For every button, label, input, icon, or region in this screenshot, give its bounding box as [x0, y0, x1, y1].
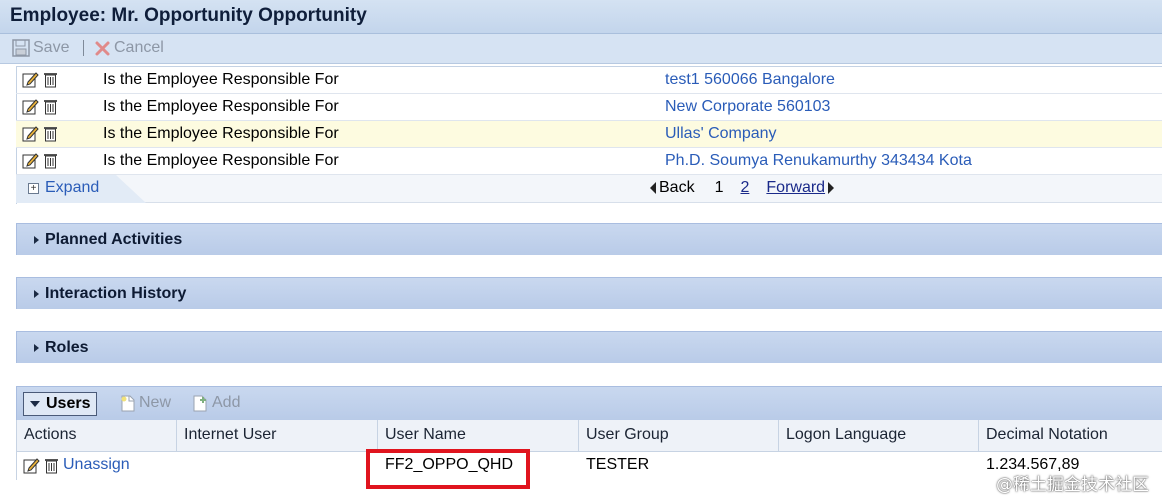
highlight-annotation-box [366, 449, 530, 489]
toolbar: Save Cancel [0, 34, 1162, 64]
page-1: 1 [714, 179, 724, 196]
new-label: New [139, 394, 172, 411]
caret-down-icon [30, 401, 40, 407]
add-document-icon [192, 395, 209, 412]
back-button[interactable]: Back [659, 179, 695, 197]
relationship-type: Is the Employee Responsible For [103, 152, 339, 169]
section-users: Users New Add [16, 386, 1162, 420]
page-2-link[interactable]: 2 [740, 179, 749, 197]
section-roles[interactable]: Roles [16, 331, 1162, 363]
caret-right-icon [34, 236, 39, 244]
edit-icon[interactable] [23, 457, 40, 474]
row-actions: Unassign [23, 456, 130, 474]
window-title-bar: Employee: Mr. Opportunity Opportunity [0, 0, 1162, 34]
table-row: Unassign FF2_OPPO_QHD TESTER 1.234.567,8… [16, 452, 1162, 480]
edit-icon[interactable] [22, 71, 39, 88]
trash-icon[interactable] [43, 71, 58, 88]
save-button[interactable]: Save [12, 38, 69, 58]
column-header-user-group[interactable]: User Group [579, 420, 779, 452]
section-title: Roles [45, 339, 89, 356]
toolbar-divider [83, 40, 84, 56]
edit-icon[interactable] [22, 98, 39, 115]
new-document-icon [120, 395, 136, 412]
section-planned-activities[interactable]: Planned Activities [16, 223, 1162, 255]
cancel-button[interactable]: Cancel [94, 38, 164, 58]
trash-icon[interactable] [43, 125, 58, 142]
relationship-type: Is the Employee Responsible For [103, 125, 339, 142]
user-group-cell: TESTER [586, 456, 650, 473]
expand-button[interactable]: + Expand [28, 179, 99, 197]
users-toggle-button[interactable]: Users [23, 392, 97, 416]
watermark: @稀土掘金技术社区 [996, 475, 1149, 495]
trash-icon[interactable] [43, 152, 58, 169]
caret-right-icon [34, 344, 39, 352]
unassign-link[interactable]: Unassign [63, 456, 130, 474]
close-icon [94, 40, 111, 57]
relationship-type: Is the Employee Responsible For [103, 71, 339, 88]
edit-icon[interactable] [22, 152, 39, 169]
section-interaction-history[interactable]: Interaction History [16, 277, 1162, 309]
caret-right-icon [34, 290, 39, 298]
page-title: Employee: Mr. Opportunity Opportunity [10, 5, 367, 26]
column-header-decimal-notation[interactable]: Decimal Notation [979, 420, 1162, 452]
floppy-disk-icon [12, 39, 30, 57]
cancel-label: Cancel [114, 39, 164, 56]
edit-icon[interactable] [22, 125, 39, 142]
column-header-logon-language[interactable]: Logon Language [779, 420, 979, 452]
save-label: Save [33, 39, 70, 56]
users-table-header: Actions Internet User User Name User Gro… [16, 420, 1162, 452]
add-button[interactable]: Add [192, 394, 240, 412]
account-link[interactable]: Ph.D. Soumya Renukamurthy 343434 Kota [665, 152, 972, 170]
triangle-right-icon [828, 182, 835, 194]
section-title: Planned Activities [45, 231, 183, 248]
add-label: Add [212, 394, 241, 411]
expand-label: Expand [45, 179, 100, 196]
plus-icon: + [28, 182, 39, 194]
table-row: Is the Employee Responsible For New Corp… [16, 94, 1162, 121]
table-footer: + Expand Back 1 2 Forward [16, 175, 1162, 203]
users-title: Users [46, 395, 91, 412]
table-row: Is the Employee Responsible For test1 56… [16, 67, 1162, 94]
column-header-internet-user[interactable]: Internet User [177, 420, 378, 452]
trash-icon[interactable] [43, 98, 58, 115]
account-link[interactable]: New Corporate 560103 [665, 98, 830, 116]
forward-button[interactable]: Forward [766, 179, 825, 197]
column-header-user-name[interactable]: User Name [378, 420, 579, 452]
table-row: Is the Employee Responsible For Ullas' C… [16, 121, 1162, 148]
section-title: Interaction History [45, 285, 187, 302]
account-link[interactable]: Ullas' Company [665, 125, 777, 143]
pager: Back 1 2 Forward [650, 179, 835, 197]
trash-icon[interactable] [44, 457, 59, 474]
relationship-type: Is the Employee Responsible For [103, 98, 339, 115]
account-link[interactable]: test1 560066 Bangalore [665, 71, 835, 89]
column-header-actions: Actions [17, 420, 177, 452]
new-button[interactable]: New [120, 394, 171, 412]
triangle-left-icon [650, 182, 656, 194]
table-row: Is the Employee Responsible For Ph.D. So… [16, 148, 1162, 175]
